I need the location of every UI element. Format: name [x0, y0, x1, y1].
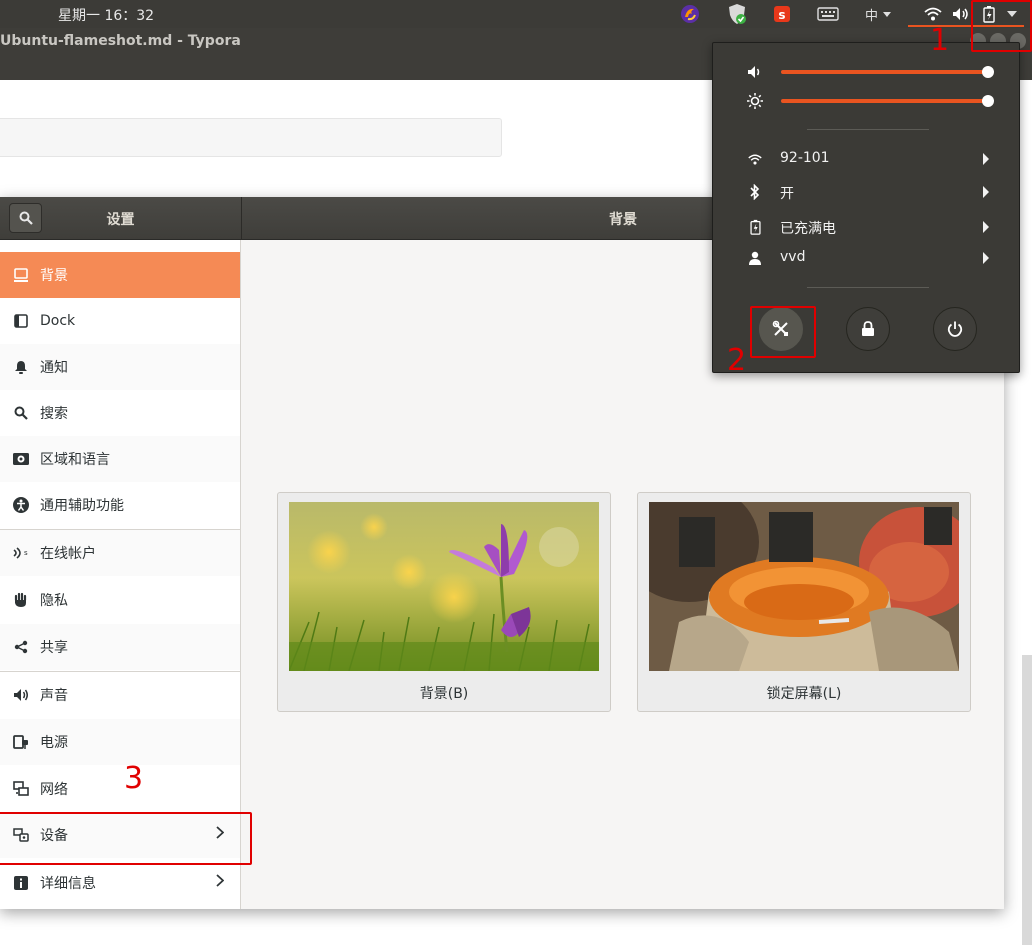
sidebar-item-online-accounts[interactable]: s 在线帐户 — [0, 530, 240, 576]
sidebar-item-details[interactable]: 详细信息 — [0, 860, 240, 906]
sidebar-item-dock[interactable]: Dock — [0, 298, 240, 344]
menu-item-user[interactable]: vvd — [713, 243, 1019, 273]
shield-icon[interactable] — [725, 2, 749, 26]
battery-status: 已充满电 — [780, 221, 836, 237]
volume-slider[interactable] — [781, 70, 988, 74]
sidebar-item-label: 通用辅助功能 — [40, 498, 124, 514]
menu-separator — [807, 129, 929, 130]
volume-icon[interactable] — [950, 2, 972, 26]
typora-editor-box[interactable] — [0, 118, 502, 157]
menu-separator — [807, 287, 929, 288]
sidebar-item-sound[interactable]: 声音 — [0, 672, 240, 718]
sidebar-item-label: 区域和语言 — [40, 452, 110, 468]
scrollbar[interactable] — [1022, 655, 1032, 945]
bluetooth-status: 开 — [780, 186, 794, 202]
sogou-icon[interactable]: s — [770, 2, 794, 26]
sidebar-item-accessibility[interactable]: 通用辅助功能 — [0, 482, 240, 528]
wifi-icon — [747, 151, 763, 167]
search-icon — [12, 404, 30, 422]
annotation-number-1: 1 — [930, 23, 950, 58]
lock-screen-card[interactable]: 锁定屏幕(L) — [637, 492, 971, 712]
sidebar-item-notifications[interactable]: 通知 — [0, 344, 240, 390]
power-button[interactable] — [933, 307, 977, 351]
sidebar-item-search[interactable]: 搜索 — [0, 390, 240, 436]
dock-icon — [12, 312, 30, 330]
brightness-icon — [747, 93, 763, 113]
volume-slider-handle[interactable] — [982, 66, 994, 78]
chevron-right-icon — [216, 874, 225, 891]
sidebar-item-label: 声音 — [40, 688, 68, 704]
accessibility-icon — [12, 496, 30, 514]
sidebar-item-power[interactable]: 电源 — [0, 719, 240, 765]
annotation-number-2: 2 — [727, 343, 747, 378]
annotation-box-2 — [750, 306, 816, 358]
battery-icon — [747, 219, 763, 235]
sidebar-item-label: 电源 — [40, 735, 68, 751]
lock-screen-preview-image — [649, 502, 959, 671]
sidebar-item-label: 背景 — [40, 268, 68, 284]
submenu-arrow-icon — [983, 252, 989, 264]
annotation-box-1 — [971, 0, 1032, 52]
bluetooth-icon — [747, 184, 763, 200]
sidebar-item-label: 搜索 — [40, 406, 68, 422]
background-card[interactable]: 背景(B) — [277, 492, 611, 712]
power-plug-icon — [12, 733, 30, 751]
menu-item-wifi[interactable]: 92-101 — [713, 144, 1019, 174]
wifi-network-name: 92-101 — [780, 150, 830, 166]
card-label: 背景(B) — [419, 686, 469, 702]
input-method-label: 中 — [864, 8, 878, 24]
menu-item-bluetooth[interactable]: 开 — [713, 177, 1019, 207]
sidebar-item-label: Dock — [40, 313, 76, 329]
firefox-icon[interactable] — [677, 2, 703, 26]
annotation-number-3: 3 — [124, 761, 144, 796]
background-preview-image — [289, 502, 599, 671]
info-icon — [12, 874, 30, 892]
network-icon — [12, 780, 30, 798]
annotation-box-3 — [0, 812, 252, 865]
sidebar-item-label: 详细信息 — [40, 876, 96, 892]
submenu-arrow-icon — [983, 221, 989, 233]
chevron-down-icon — [883, 11, 891, 17]
sidebar-item-privacy[interactable]: 隐私 — [0, 577, 240, 623]
submenu-arrow-icon — [983, 153, 989, 165]
bell-icon — [12, 358, 30, 376]
sidebar-item-label: 在线帐户 — [40, 546, 96, 562]
menu-item-battery[interactable]: 已充满电 — [713, 212, 1019, 242]
sidebar-item-sharing[interactable]: 共享 — [0, 624, 240, 670]
sidebar-item-label: 网络 — [40, 782, 68, 798]
svg-text:s: s — [24, 549, 28, 557]
sidebar-item-background[interactable]: 背景 — [0, 252, 240, 298]
lock-icon — [862, 321, 874, 336]
user-name: vvd — [780, 249, 806, 265]
online-accounts-icon: s — [12, 544, 30, 562]
top-panel: 星期一 16：32 s 中 — [0, 0, 1032, 28]
sidebar-item-label: 通知 — [40, 360, 68, 376]
window-title: Ubuntu-flameshot.md - Typora — [0, 33, 241, 49]
ime-icon[interactable]: 中 — [858, 2, 898, 26]
sidebar-item-label: 隐私 — [40, 593, 68, 609]
card-label: 锁定屏幕(L) — [766, 686, 842, 702]
keyboard-icon[interactable] — [815, 2, 841, 26]
lock-button[interactable] — [846, 307, 890, 351]
background-icon — [12, 266, 30, 284]
settings-sidebar: 背景 Dock 通知 搜索 区域和语言 通用辅助功能 s 在线帐户 隐私 共享 … — [0, 240, 241, 909]
sidebar-item-label: 共享 — [40, 640, 68, 656]
clock[interactable]: 星期一 16：32 — [58, 5, 154, 25]
submenu-arrow-icon — [983, 186, 989, 198]
sidebar-item-region[interactable]: 区域和语言 — [0, 436, 240, 482]
region-icon — [12, 450, 30, 468]
brightness-slider[interactable] — [781, 99, 988, 103]
hand-icon — [12, 591, 30, 609]
brightness-slider-handle[interactable] — [982, 95, 994, 107]
power-icon — [947, 321, 963, 337]
speaker-icon — [12, 686, 30, 704]
sidebar-item-network[interactable]: 网络 — [0, 766, 240, 812]
settings-title: 设置 — [106, 212, 135, 228]
volume-low-icon — [747, 65, 763, 83]
user-icon — [747, 250, 763, 266]
share-icon — [12, 638, 30, 656]
svg-text:s: s — [778, 8, 785, 22]
